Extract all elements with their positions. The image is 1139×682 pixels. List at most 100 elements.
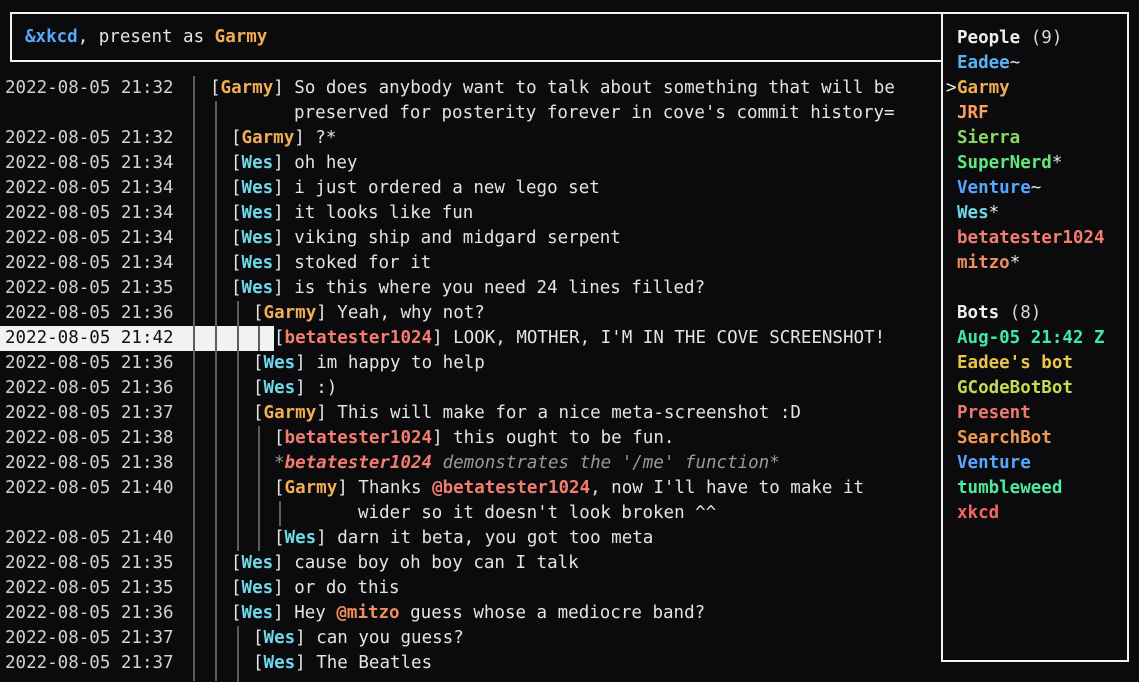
person-item[interactable]: Eadee~ (957, 51, 1127, 76)
chat-row[interactable]: 2022-08-05 21:35[Wes] is this where you … (0, 276, 941, 301)
chat-row[interactable]: wider so it doesn't look broken ^^ (0, 501, 941, 526)
timestamp: 2022-08-05 21:34 (5, 201, 174, 226)
timestamp: 2022-08-05 21:34 (5, 176, 174, 201)
chat-row[interactable]: 2022-08-05 21:37[Garmy] This will make f… (0, 401, 941, 426)
chat-row[interactable]: 2022-08-05 21:37[Wes] can you guess? (0, 626, 941, 651)
timestamp: 2022-08-05 21:35 (5, 576, 174, 601)
thread-guide-line (258, 326, 260, 351)
bot-name: Eadee's bot (957, 353, 1073, 373)
person-name: Eadee (957, 53, 1010, 73)
bot-item[interactable]: Aug-05 21:42 Z (957, 326, 1127, 351)
chat-row[interactable]: 2022-08-05 21:36[Garmy] Yeah, why not? (0, 301, 941, 326)
timestamp: 2022-08-05 21:37 (5, 401, 174, 426)
message: [Wes] :) (253, 376, 337, 401)
nick-wes: Wes (242, 553, 274, 573)
person-item[interactable]: betatester1024 (957, 226, 1127, 251)
message-text: wider so it doesn't look broken ^^ (358, 503, 716, 523)
chat-row[interactable]: 2022-08-05 21:36[Wes] im happy to help (0, 351, 941, 376)
bot-item[interactable]: xkcd (957, 501, 1127, 526)
message-text: [ (253, 303, 264, 323)
chat-row[interactable]: 2022-08-05 21:38[betatester1024] this ou… (0, 426, 941, 451)
message: [Wes] viking ship and midgard serpent (231, 226, 621, 251)
current-user-marker: > (946, 76, 957, 101)
people-count (1020, 28, 1031, 48)
chat-row[interactable]: 2022-08-05 21:34[Wes] oh hey (0, 151, 941, 176)
timestamp: 2022-08-05 21:40 (5, 476, 174, 501)
thread-guide-line (237, 626, 239, 682)
nick-wes: Wes (242, 203, 274, 223)
message-text: ] viking ship and midgard serpent (273, 228, 621, 248)
person-item[interactable]: >Garmy (957, 76, 1127, 101)
channel-name[interactable]: &xkcd (25, 27, 78, 47)
bot-item[interactable]: GCodeBotBot (957, 376, 1127, 401)
thread-guide-line (215, 101, 217, 681)
chat-row[interactable]: 2022-08-05 21:34 [Wes] viking ship and mi… (0, 226, 941, 251)
person-item[interactable]: mitzo* (957, 251, 1127, 276)
current-nick[interactable]: Garmy (215, 27, 268, 47)
sidebar-spacer (957, 276, 1127, 301)
person-name: Sierra (957, 128, 1020, 148)
chat-row[interactable]: 2022-08-05 21:42[betatester1024] LOOK, M… (0, 326, 941, 351)
bot-item[interactable]: tumbleweed (957, 476, 1127, 501)
chat-row[interactable]: 2022-08-05 21:37[Wes] The Beatles (0, 651, 941, 676)
message: [Wes] Hey @mitzo guess whose a mediocre … (231, 601, 705, 626)
message-text: [ (253, 628, 264, 648)
chat-row[interactable]: 2022-08-05 21:32[Garmy] So does anybody … (0, 76, 941, 101)
message-text: [ (231, 153, 242, 173)
message: [Wes] it looks like fun (231, 201, 473, 226)
nick-beta: betatester1024 (285, 453, 433, 473)
message: [betatester1024] this ought to be fun. (274, 426, 674, 451)
bot-item[interactable]: Present (957, 401, 1127, 426)
message: [Wes] The Beatles (253, 651, 432, 676)
message-text: ] This will make for a nice meta-screens… (316, 403, 801, 423)
bots-header: Bots (8) (957, 301, 1127, 326)
chat-row[interactable]: 2022-08-05 21:34[Wes] stoked for it (0, 251, 941, 276)
chat-row[interactable]: 2022-08-05 21:35[Wes] or do this (0, 576, 941, 601)
person-name: mitzo (957, 253, 1010, 273)
person-name: Venture (957, 178, 1031, 198)
message-text: ] oh hey (273, 153, 357, 173)
message-text: guess whose a mediocre band? (400, 603, 706, 623)
bot-item[interactable]: Eadee's bot (957, 351, 1127, 376)
person-item[interactable]: SuperNerd* (957, 151, 1127, 176)
message-text: [ (274, 528, 285, 548)
chat-row[interactable]: 2022-08-05 21:34 [Wes] it looks like fun (0, 201, 941, 226)
people-label: People (957, 28, 1020, 48)
message-text: demonstrates the '/me' function* (432, 453, 780, 473)
bot-item[interactable]: SearchBot (957, 426, 1127, 451)
chat-row[interactable]: preserved for posterity forever in cove'… (0, 101, 941, 126)
message-text: [ (231, 178, 242, 198)
bot-item[interactable]: Venture (957, 451, 1127, 476)
bot-name: Venture (957, 453, 1031, 473)
chat-row[interactable]: 2022-08-05 21:32[Garmy] ?* (0, 126, 941, 151)
person-item[interactable]: Venture~ (957, 176, 1127, 201)
message-text: * (274, 453, 285, 473)
message-text: ] Hey (273, 603, 336, 623)
chat-row[interactable]: 2022-08-05 21:36[Wes] :) (0, 376, 941, 401)
message-text: ] or do this (273, 578, 399, 598)
chat-area: 2022-08-05 21:32[Garmy] So does anybody … (0, 76, 941, 681)
person-item[interactable]: Sierra (957, 126, 1127, 151)
message-text: [ (231, 603, 242, 623)
chat-row[interactable]: 2022-08-05 21:35[Wes] cause boy oh boy c… (0, 551, 941, 576)
timestamp: 2022-08-05 21:40 (5, 526, 174, 551)
person-item[interactable]: Wes* (957, 201, 1127, 226)
chat-row[interactable]: 2022-08-05 21:40[Garmy] Thanks @betatest… (0, 476, 941, 501)
chat-row[interactable]: 2022-08-05 21:40[Wes] darn it beta, you … (0, 526, 941, 551)
chat-row[interactable]: 2022-08-05 21:38*betatester1024 demonstr… (0, 451, 941, 476)
message-text: [ (253, 353, 264, 373)
timestamp: 2022-08-05 21:36 (5, 351, 174, 376)
timestamp: 2022-08-05 21:34 (5, 226, 174, 251)
person-item[interactable]: JRF (957, 101, 1127, 126)
chat-row[interactable]: 2022-08-05 21:34[Wes] i just ordered a n… (0, 176, 941, 201)
user-mode-suffix: ~ (1031, 178, 1042, 198)
thread-guide-line (193, 76, 195, 681)
message-text: ] cause boy oh boy can I talk (273, 553, 579, 573)
chat-row[interactable]: 2022-08-05 21:36[Wes] Hey @mitzo guess w… (0, 601, 941, 626)
message-text: ] is this where you need 24 lines filled… (273, 278, 705, 298)
cove-chat-app: { "colors": { "text": "#e4e4e4", "ts": "… (0, 0, 1139, 681)
nick-wes: Wes (242, 278, 274, 298)
message-text: ] LOOK, MOTHER, I'M IN THE COVE SCREENSH… (432, 328, 885, 348)
thread-guide-line (279, 501, 281, 526)
message-text: [ (231, 128, 242, 148)
